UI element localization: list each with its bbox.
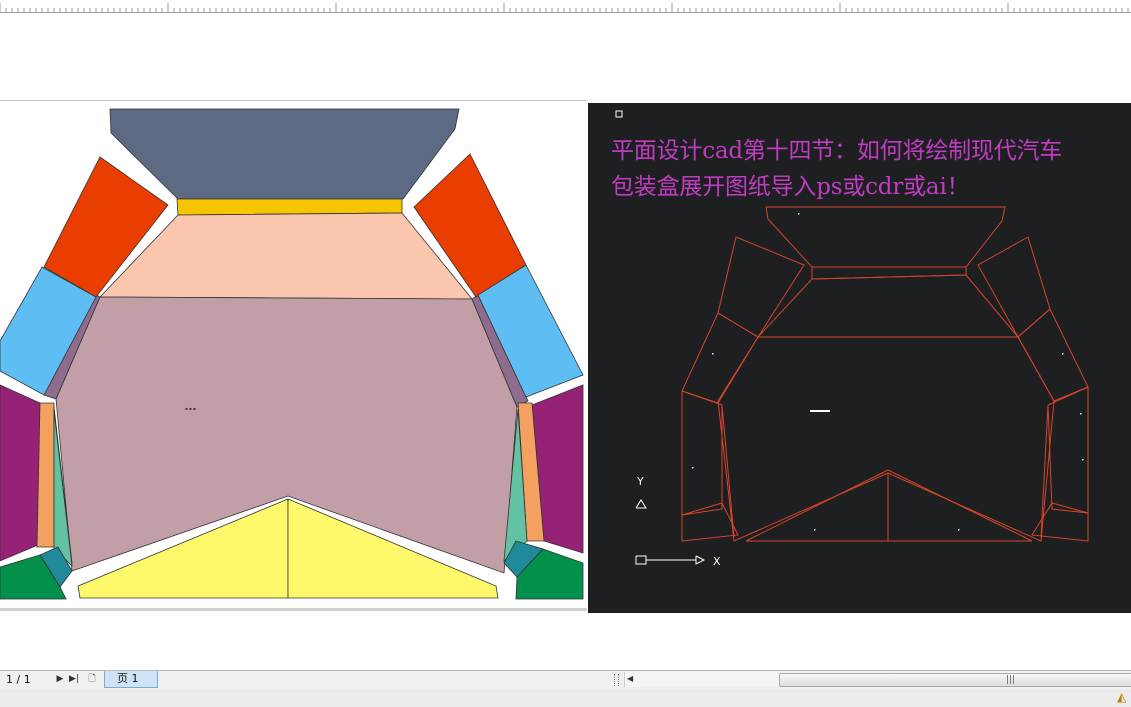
splitter-grip[interactable] [614, 674, 619, 686]
horizontal-scrollbar[interactable]: ◀ ||| [624, 672, 1131, 687]
horizontal-ruler[interactable] [0, 0, 1131, 13]
package-dieline-artwork: ▪ ▪ ▪ [0, 108, 584, 600]
last-page-icon[interactable]: ▶| [68, 673, 80, 685]
axis-y-label: Y [636, 475, 644, 488]
top-flap[interactable] [109, 108, 460, 200]
peach-panel[interactable] [99, 212, 473, 300]
artwork-page[interactable]: ▪ ▪ ▪ [0, 100, 587, 612]
left-orange-strip[interactable] [36, 402, 55, 548]
cad-title: 平面设计cad第十四节：如何将绘制现代汽车 包装盒展开图纸导入ps或cdr或ai… [611, 133, 1131, 205]
page-tab-1[interactable]: 页 1 [104, 671, 158, 688]
cad-point-marker [615, 110, 623, 118]
cad-title-line-2: 包装盒展开图纸导入ps或cdr或ai！ [611, 174, 970, 200]
page-navigation-bar: 1 / 1 ▶ ▶| 🗋 页 1 ◀ ||| [0, 670, 1131, 689]
add-page-icon[interactable]: 🗋 [86, 673, 98, 685]
artwork-page-shadow [0, 608, 587, 611]
left-purple-flap[interactable] [0, 384, 41, 562]
scrollbar-thumb[interactable]: ||| [779, 673, 1131, 687]
cad-screenshot-panel[interactable]: Y X 平面设计cad第十四节：如何将绘制现代汽车 包装盒展开图纸导入ps或cd… [588, 103, 1131, 613]
bottom-strip: ◭ [0, 689, 1131, 707]
ucs-axis-icon [635, 499, 706, 565]
svg-text:▪ ▪ ▪: ▪ ▪ ▪ [185, 406, 196, 411]
page-counter: 1 / 1 [6, 673, 31, 686]
yellow-strip[interactable] [176, 198, 403, 216]
paint-bucket-icon[interactable]: ◭ [1117, 691, 1129, 703]
axis-x-label: X [713, 555, 721, 568]
drawing-canvas[interactable]: ▪ ▪ ▪ Y X 平面设计cad第十四节：如何将绘制现代汽车 包装盒展开图纸导… [0, 13, 1131, 670]
ruler-ticks [0, 3, 1129, 12]
cad-title-line-1: 平面设计cad第十四节：如何将绘制现代汽车 [611, 138, 1063, 164]
scroll-left-icon[interactable]: ◀ [627, 674, 637, 684]
next-page-icon[interactable]: ▶ [54, 673, 66, 685]
scrollbar-grip: ||| [1006, 675, 1016, 685]
cad-center-label [810, 410, 830, 412]
cad-window: ▪ ▪ ▪ Y X 平面设计cad第十四节：如何将绘制现代汽车 包装盒展开图纸导… [0, 0, 1131, 707]
